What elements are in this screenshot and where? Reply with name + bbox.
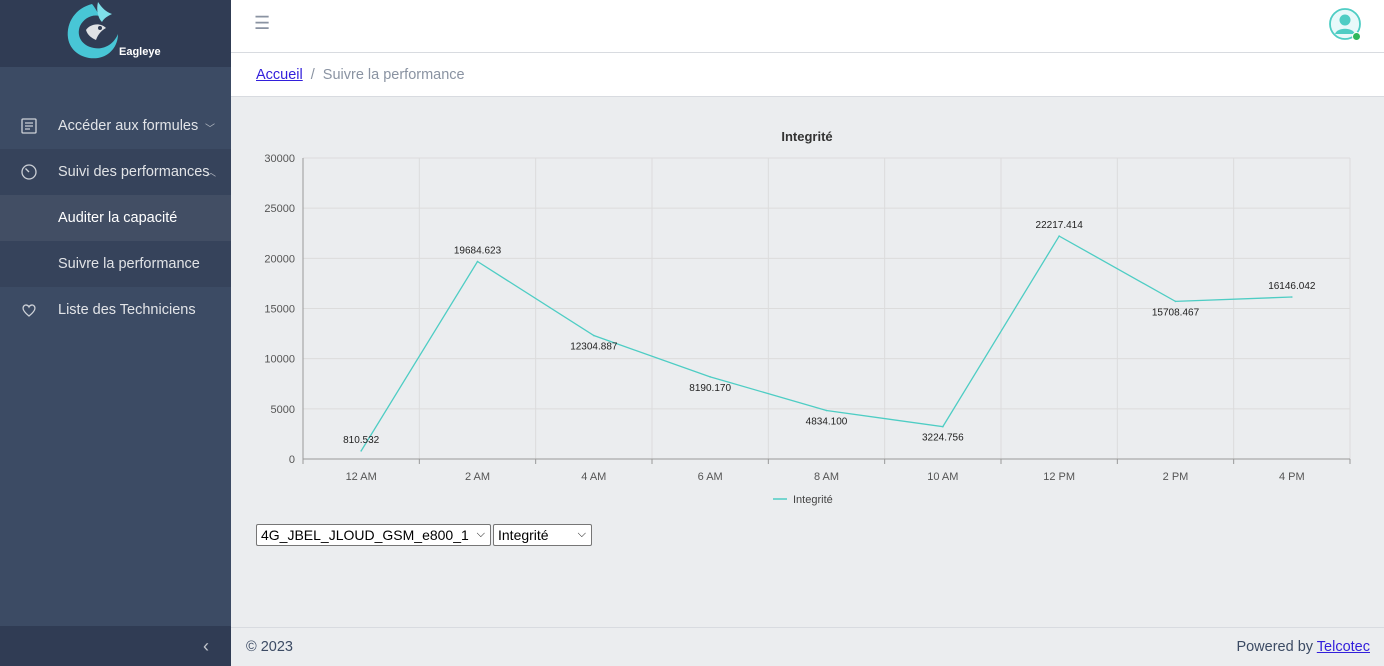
x-tick-label: 4 AM bbox=[581, 471, 606, 483]
sidebar-nav: Accéder aux formules ﹀ Suivi des perform… bbox=[0, 103, 231, 333]
x-tick-label: 6 AM bbox=[698, 471, 723, 483]
y-tick-label: 15000 bbox=[264, 304, 295, 316]
form-icon bbox=[0, 117, 58, 135]
x-tick-label: 8 AM bbox=[814, 471, 839, 483]
footer-copyright: © 2023 bbox=[246, 639, 293, 655]
chevron-down-icon: ⌵ bbox=[476, 528, 485, 540]
data-point bbox=[593, 334, 595, 337]
sidebar-item-suivi[interactable]: Suivi des performances ︿ bbox=[0, 149, 231, 195]
data-point bbox=[1174, 300, 1177, 303]
footer: © 2023 Powered by Telcotec bbox=[231, 627, 1384, 666]
footer-powered: Powered by Telcotec bbox=[1236, 639, 1370, 655]
sidebar-item-techniciens[interactable]: Liste des Techniciens bbox=[0, 287, 231, 333]
data-point bbox=[942, 425, 944, 428]
data-point bbox=[825, 409, 828, 412]
data-label: 19684.623 bbox=[454, 245, 502, 256]
integrite-line-chart: Integrité 0 5000 10000 15000 20000 25000 30000… bbox=[245, 120, 1365, 515]
sidebar-item-label: Auditer la capacité bbox=[58, 210, 178, 226]
sidebar-item-label: Suivre la performance bbox=[58, 256, 200, 272]
breadcrumb-home-link[interactable]: Accueil bbox=[256, 67, 303, 83]
chevron-down-icon: ﹀ bbox=[205, 124, 215, 135]
sidebar-item-formules[interactable]: Accéder aux formules ﹀ bbox=[0, 103, 231, 149]
chart-controls: 4G_JBEL_JLOUD_GSM_e800_1 ⌵ Integrité ⌵ bbox=[256, 524, 592, 546]
y-tick-label: 30000 bbox=[264, 153, 295, 165]
sidebar-item-suivre[interactable]: Suivre la performance bbox=[0, 241, 231, 287]
sidebar-item-label: Accéder aux formules bbox=[58, 118, 199, 134]
breadcrumb: Accueil / Suivre la performance bbox=[231, 53, 1384, 97]
hamburger-menu-icon[interactable]: ☰ bbox=[254, 13, 270, 34]
data-label: 810.532 bbox=[343, 435, 380, 446]
footer-powered-prefix: Powered by bbox=[1236, 639, 1314, 655]
x-tick-label: 10 AM bbox=[927, 471, 958, 483]
data-point bbox=[1058, 235, 1060, 237]
legend-label: Integrité bbox=[793, 494, 833, 506]
eagle-logo-icon bbox=[67, 2, 118, 59]
chart-title: Integrité bbox=[781, 129, 832, 144]
sidebar-item-label: Liste des Techniciens bbox=[58, 302, 196, 318]
sidebar: Eagleye Accéder aux formules ﹀ Suivi des… bbox=[0, 0, 231, 666]
x-tick-label: 2 PM bbox=[1163, 471, 1189, 483]
x-tick-label: 4 PM bbox=[1279, 471, 1305, 483]
data-point bbox=[709, 376, 711, 378]
data-point bbox=[360, 450, 362, 452]
sidebar-submenu: Auditer la capacité Suivre la performanc… bbox=[0, 195, 231, 287]
online-status-indicator bbox=[1352, 32, 1361, 41]
brand-name: Eagleye bbox=[119, 46, 161, 58]
site-select[interactable]: 4G_JBEL_JLOUD_GSM_e800_1 ⌵ bbox=[256, 524, 491, 546]
brand[interactable]: Eagleye bbox=[0, 0, 231, 67]
y-tick-label: 0 bbox=[289, 454, 295, 466]
x-tick-label: 12 PM bbox=[1043, 471, 1075, 483]
metric-select-value: Integrité bbox=[498, 527, 549, 543]
y-tick-label: 25000 bbox=[264, 203, 295, 215]
sidebar-item-label: Suivi des performances bbox=[58, 164, 210, 180]
chevron-up-icon: ︿ bbox=[206, 168, 216, 179]
x-tick-label: 12 AM bbox=[346, 471, 377, 483]
metric-select[interactable]: Integrité ⌵ bbox=[493, 524, 592, 546]
chevron-left-icon: ‹ bbox=[203, 635, 209, 656]
y-tick-label: 10000 bbox=[264, 354, 295, 366]
chevron-down-icon: ⌵ bbox=[577, 528, 586, 540]
sidebar-item-auditer[interactable]: Auditer la capacité bbox=[0, 195, 231, 241]
data-label: 16146.042 bbox=[1268, 281, 1316, 292]
data-label: 15708.467 bbox=[1152, 307, 1200, 318]
data-label: 3224.756 bbox=[922, 433, 964, 444]
data-label: 22217.414 bbox=[1036, 220, 1084, 231]
top-header: ☰ bbox=[231, 0, 1384, 53]
hand-heart-icon bbox=[0, 301, 58, 319]
breadcrumb-separator: / bbox=[310, 66, 315, 83]
data-label: 8190.170 bbox=[689, 383, 731, 394]
data-point bbox=[476, 260, 479, 263]
breadcrumb-current: Suivre la performance bbox=[322, 66, 465, 83]
x-tick-label: 2 AM bbox=[465, 471, 490, 483]
data-point bbox=[1291, 296, 1293, 298]
telcotec-link[interactable]: Telcotec bbox=[1317, 639, 1370, 655]
chart-legend[interactable]: Integrité bbox=[773, 494, 833, 506]
site-select-value: 4G_JBEL_JLOUD_GSM_e800_1 bbox=[261, 527, 469, 543]
chart-svg: Integrité 0 5000 10000 15000 20000 25000 30000… bbox=[264, 129, 1351, 506]
data-label: 4834.100 bbox=[806, 416, 848, 427]
sidebar-minimize-button[interactable]: ‹ bbox=[0, 626, 231, 666]
chart-data-labels: 810.532 19684.623 12304.887 8190.170 4834.10… bbox=[343, 220, 1316, 446]
data-label: 12304.887 bbox=[570, 342, 618, 353]
y-tick-label: 20000 bbox=[264, 253, 295, 265]
y-tick-label: 5000 bbox=[271, 404, 295, 416]
speedometer-icon bbox=[0, 163, 58, 181]
